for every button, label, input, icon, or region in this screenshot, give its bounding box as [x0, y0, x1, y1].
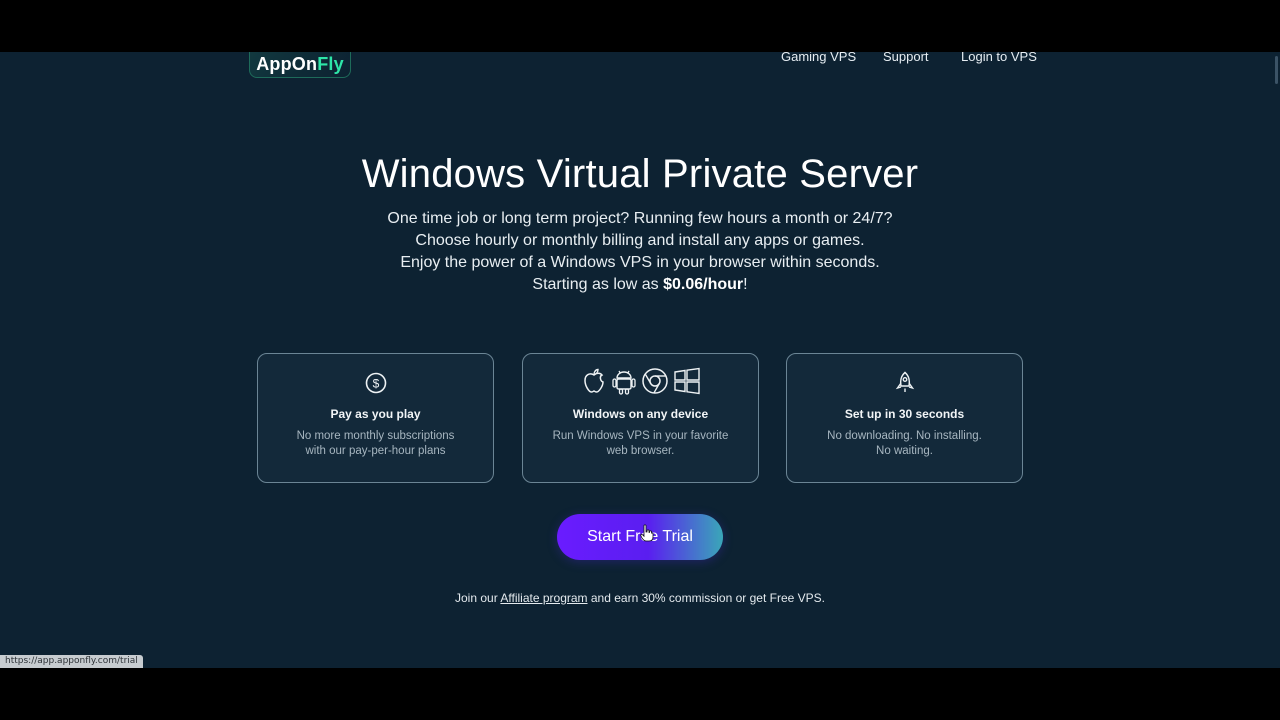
- chrome-icon: [641, 368, 668, 394]
- nav-support[interactable]: Support: [883, 52, 929, 64]
- feature-description: No more monthly subscriptions with our p…: [296, 430, 455, 457]
- apponfly-logo[interactable]: AppOnFly: [249, 52, 351, 78]
- dollar-circle-icon: $: [365, 372, 386, 394]
- hero-line: Choose hourly or monthly billing and ins…: [415, 232, 865, 249]
- feature-title: Windows on any device: [572, 407, 709, 421]
- status-bar-url: https://app.apponfly.com/trial: [0, 655, 143, 668]
- hero-subtitle: One time job or long term project? Runni…: [0, 208, 1280, 296]
- feature-description: Run Windows VPS in your favorite web bro…: [552, 430, 729, 457]
- affiliate-text: Join our Affiliate program and earn 30% …: [455, 591, 825, 605]
- video-letterbox-bottom: [0, 668, 1280, 720]
- nav-login-to-vps[interactable]: Login to VPS: [961, 52, 1037, 64]
- feature-card-windows-any-device: Windows on any device Run Windows VPS in…: [522, 353, 759, 483]
- feature-card-pay-as-you-play: $ Pay as you play No more monthly subscr…: [257, 353, 494, 483]
- price-highlight: $0.06/hour: [663, 276, 744, 293]
- hero-line: One time job or long term project? Runni…: [387, 210, 893, 227]
- hand-pointer-icon: [640, 524, 654, 542]
- hero-line: Enjoy the power of a Windows VPS in your…: [400, 254, 880, 271]
- android-icon: [611, 370, 636, 395]
- browser-viewport: AppOnFly Gaming VPS Support Login to VPS…: [0, 52, 1280, 668]
- top-nav: Gaming VPS Support Login to VPS: [760, 52, 1060, 64]
- feature-title: Pay as you play: [330, 407, 421, 421]
- feature-title: Set up in 30 seconds: [844, 407, 965, 421]
- video-letterbox-top: [0, 0, 1280, 52]
- svg-text:$: $: [372, 377, 379, 391]
- rocket-icon: [895, 371, 914, 392]
- feature-card-setup-30-seconds: Set up in 30 seconds No downloading. No …: [786, 353, 1023, 483]
- apple-icon: [583, 368, 604, 393]
- logo-text: AppOnFly: [256, 53, 344, 74]
- hero-title: Windows Virtual Private Server: [361, 152, 919, 196]
- feature-description: No downloading. No installing. No waitin…: [827, 430, 982, 457]
- windows-icon: [673, 367, 700, 395]
- affiliate-program-link[interactable]: Affiliate program: [500, 591, 587, 605]
- hero-price-line: Starting as low as $0.06/hour!: [532, 276, 748, 293]
- scrollbar-thumb[interactable]: [1275, 56, 1278, 84]
- nav-gaming-vps[interactable]: Gaming VPS: [781, 52, 856, 64]
